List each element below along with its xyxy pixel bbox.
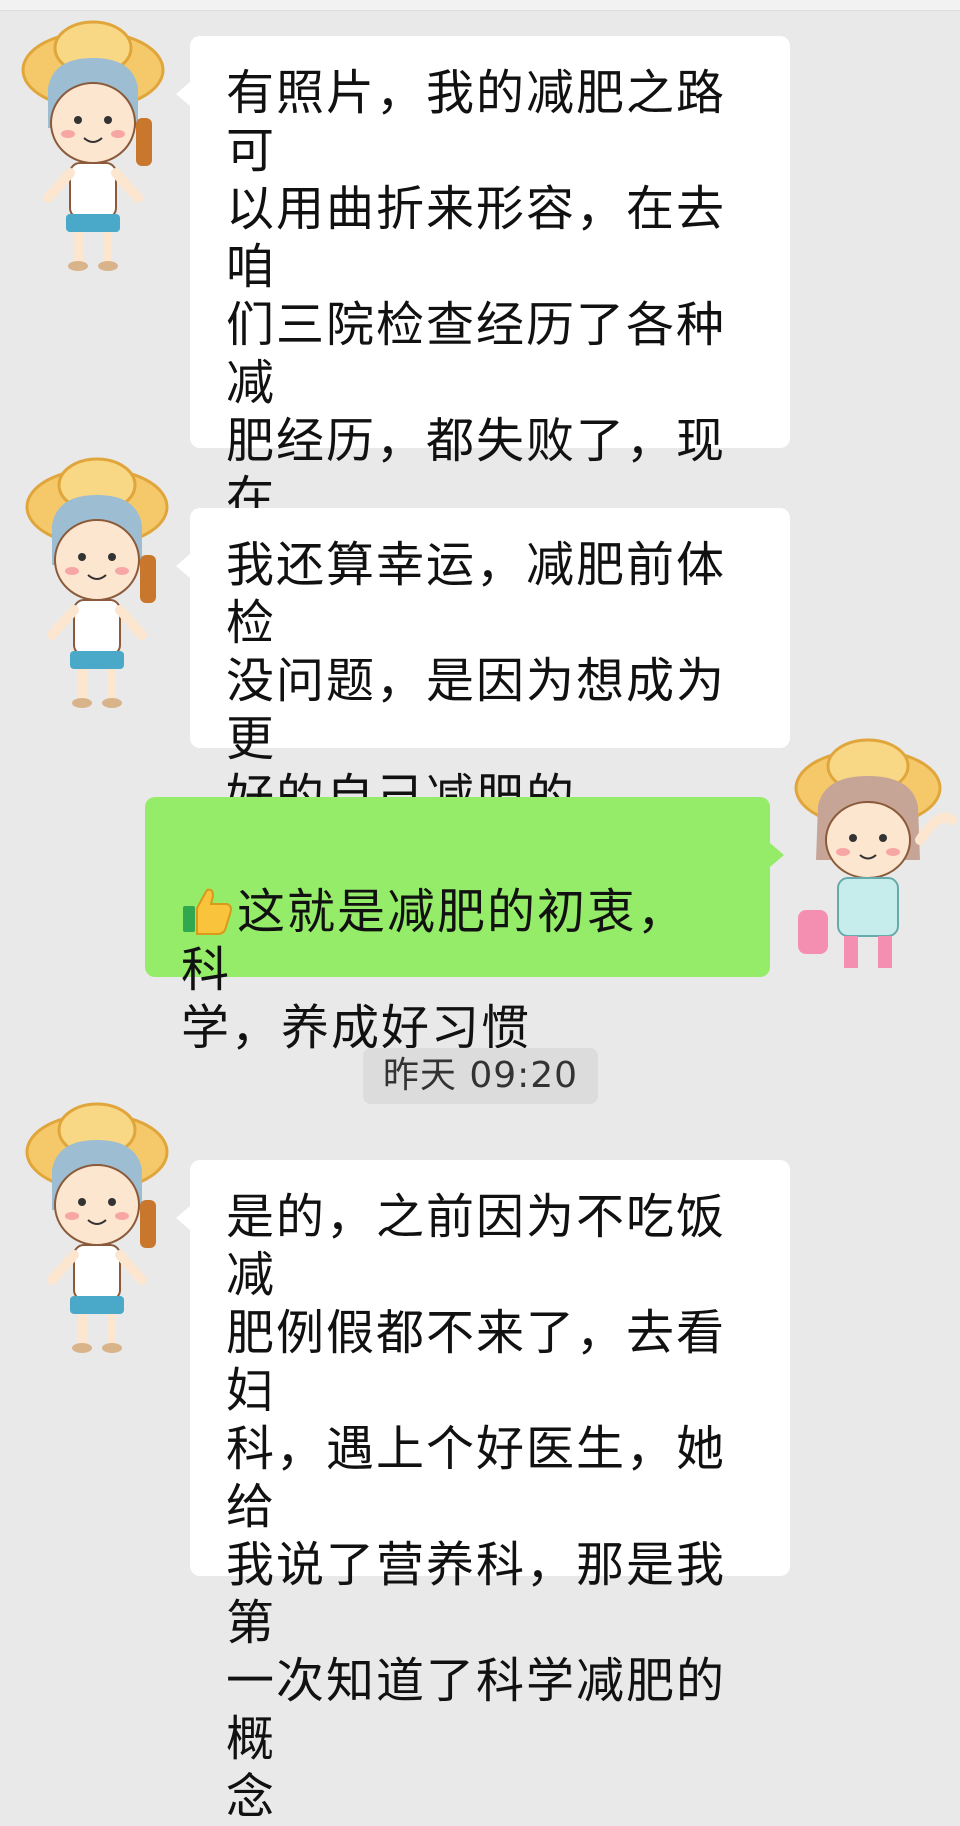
incoming-message-bubble[interactable]: 有照片，我的减肥之路可 以用曲折来形容，在去咱 们三院检查经历了各种减 肥经历，… (176, 36, 790, 701)
timestamp-chip: 昨天 09:20 (363, 1048, 598, 1104)
outgoing-message-bubble[interactable]: 这就是减肥的初衷，科 学，养成好习惯 (145, 797, 784, 1056)
outgoing-message-text: 这就是减肥的初衷，科 学，养成好习惯 (181, 884, 688, 1056)
boy-with-hat-avatar[interactable] (22, 455, 172, 715)
thumbs-up-icon (183, 888, 232, 935)
incoming-message-bubble[interactable]: 是的，之前因为不吃饭减 肥例假都不来了，去看妇 科，遇上个好医生，她给 我说了营… (176, 1160, 790, 1825)
chat-area[interactable]: 有照片，我的减肥之路可 以用曲折来形容，在去咱 们三院检查经历了各种减 肥经历，… (0, 0, 960, 1825)
incoming-message-bubble[interactable]: 我还算幸运，减肥前体检 没问题，是因为想成为更 好的自己减肥的 (176, 508, 790, 825)
girl-with-hat-avatar[interactable] (790, 730, 960, 990)
boy-with-hat-avatar[interactable] (18, 18, 168, 278)
boy-with-hat-avatar[interactable] (22, 1100, 172, 1360)
